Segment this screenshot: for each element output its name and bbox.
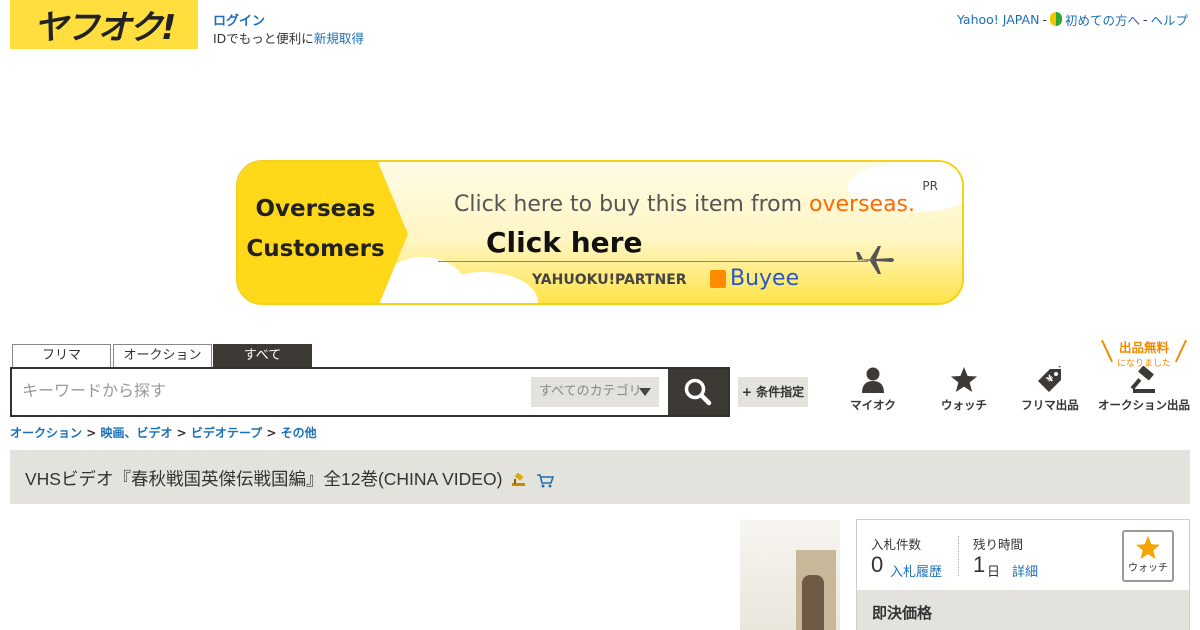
banner-left-line1: Overseas: [255, 196, 376, 222]
id-promo: IDでもっと便利に新規取得: [213, 28, 364, 47]
breadcrumb-separator: >: [176, 426, 187, 440]
thumbnail-figure: [802, 575, 824, 630]
nav-watch[interactable]: ウォッチ: [932, 366, 996, 413]
item-title-row: VHSビデオ『春秋戦国英傑伝戦国編』全12巻(CHINA VIDEO): [25, 466, 555, 491]
search-input[interactable]: [22, 369, 522, 415]
id-promo-text: IDでもっと便利に: [213, 31, 314, 46]
watch-button-label: ウォッチ: [1128, 563, 1168, 574]
buyee-brand: Buyee: [710, 266, 799, 291]
banner-headline: Click here to buy this item from oversea…: [454, 192, 915, 217]
tab-auction[interactable]: オークション: [113, 344, 212, 368]
category-select-value: すべてのカテゴリ: [539, 384, 642, 399]
gavel-badge-icon: [512, 473, 526, 487]
nav-auction-sell-label: オークション出品: [1098, 398, 1190, 412]
person-icon: [862, 367, 884, 393]
time-left-unit: 日: [987, 565, 1001, 580]
time-left-label: 残り時間: [973, 537, 1024, 552]
advanced-search-button[interactable]: + 条件指定: [738, 377, 808, 407]
login-link[interactable]: ログイン: [213, 10, 265, 29]
buyee-brand-text: Buyee: [730, 266, 800, 291]
time-left-value: 1: [973, 552, 986, 577]
tab-furima[interactable]: フリマ: [12, 344, 111, 368]
free-listing-title: 出品無料: [1118, 340, 1169, 355]
bid-summary: 入札件数 0 入札履歴 残り時間 1 日 詳細 ウォッチ: [857, 520, 1189, 590]
pr-label: PR: [922, 179, 938, 193]
caret-down-icon: [639, 388, 651, 396]
bid-divider: [958, 536, 959, 576]
yahoo-japan-link[interactable]: Yahoo! JAPAN: [957, 12, 1039, 27]
breadcrumb-other[interactable]: その他: [281, 426, 317, 440]
breadcrumb: オークション > 映画、ビデオ > ビデオテープ > その他: [10, 424, 317, 441]
banner-headline-text: Click here to buy this item from: [454, 192, 810, 217]
bid-count-label: 入札件数: [871, 537, 922, 552]
star-icon: [951, 367, 977, 392]
beginner-mark-icon: [1049, 12, 1062, 27]
nav-furima-sell-label: フリマ出品: [1021, 398, 1079, 412]
beginners-guide-link[interactable]: 初めての方へ: [1065, 10, 1140, 29]
banner-headline-highlight: overseas.: [809, 192, 916, 217]
item-title-bar: VHSビデオ『春秋戦国英傑伝戦国編』全12巻(CHINA VIDEO): [10, 450, 1190, 504]
star-icon: [1135, 535, 1161, 560]
item-title: VHSビデオ『春秋戦国英傑伝戦国編』全12巻(CHINA VIDEO): [25, 469, 503, 489]
bid-count-value: 0: [871, 552, 884, 577]
bid-history-link[interactable]: 入札履歴: [890, 561, 942, 580]
overseas-banner[interactable]: Overseas Customers PR Click here to buy …: [236, 160, 964, 305]
top-link-separator: -: [1042, 12, 1047, 27]
top-link-separator: -: [1142, 12, 1148, 27]
nav-auction-sell[interactable]: オークション出品: [1098, 366, 1190, 413]
nav-watch-label: ウォッチ: [941, 398, 987, 412]
buynow-section: 即決価格: [857, 590, 1189, 630]
search-icon: [684, 378, 712, 406]
top-links: Yahoo! JAPAN - 初めての方へ - ヘルプ: [957, 10, 1188, 29]
airplane-icon: [856, 246, 894, 274]
logo-text: ヤフオク!: [33, 8, 177, 48]
banner-click-here[interactable]: Click here: [486, 226, 642, 259]
banner-left-line2: Customers: [246, 236, 385, 262]
breadcrumb-separator: >: [266, 426, 277, 440]
nav-myauc-label: マイオク: [850, 398, 896, 412]
breadcrumb-videotape[interactable]: ビデオテープ: [191, 426, 262, 440]
help-link[interactable]: ヘルプ: [1150, 10, 1188, 29]
buynow-label: 即決価格: [872, 604, 933, 622]
buyee-bag-icon: [710, 269, 726, 288]
item-thumbnail[interactable]: [740, 520, 840, 630]
cart-icon: [537, 474, 555, 488]
nav-myauc[interactable]: マイオク: [842, 366, 904, 413]
register-link[interactable]: 新規取得: [314, 31, 364, 46]
free-listing-badge: 出品無料 になりました: [1101, 337, 1187, 369]
search-box: すべてのカテゴリ: [10, 367, 730, 417]
watch-button[interactable]: ウォッチ: [1122, 530, 1174, 582]
banner-left-panel: Overseas Customers: [238, 162, 408, 303]
gavel-icon: [1130, 366, 1155, 393]
breadcrumb-auction[interactable]: オークション: [10, 426, 82, 440]
time-detail-link[interactable]: 詳細: [1012, 561, 1038, 580]
breadcrumb-movies-video[interactable]: 映画、ビデオ: [100, 426, 172, 440]
tab-all[interactable]: すべて: [213, 344, 312, 368]
bid-panel: 入札件数 0 入札履歴 残り時間 1 日 詳細 ウォッチ 即決価格: [856, 519, 1190, 630]
category-select[interactable]: すべてのカテゴリ: [531, 377, 659, 407]
breadcrumb-separator: >: [86, 426, 97, 440]
yahuoku-logo[interactable]: ヤフオク!: [10, 0, 198, 49]
nav-furima-sell[interactable]: ¥ フリマ出品: [1016, 366, 1084, 413]
banner-partner: YAHUOKU!PARTNER: [532, 272, 687, 288]
tag-icon: ¥: [1038, 366, 1062, 392]
search-button[interactable]: [668, 369, 728, 415]
flight-path-line: [438, 261, 868, 262]
